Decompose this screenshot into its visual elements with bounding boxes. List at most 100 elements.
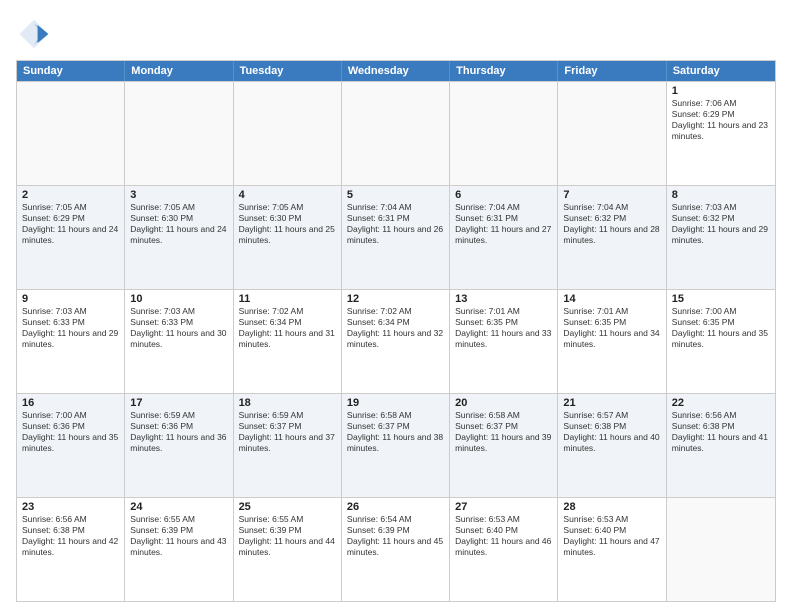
calendar-cell <box>17 82 125 185</box>
day-number: 26 <box>347 501 444 513</box>
day-info: Sunrise: 7:02 AM Sunset: 6:34 PM Dayligh… <box>239 306 336 350</box>
header-day: Tuesday <box>234 61 342 81</box>
day-number: 15 <box>672 293 770 305</box>
day-info: Sunrise: 6:53 AM Sunset: 6:40 PM Dayligh… <box>563 514 660 558</box>
calendar-cell: 17Sunrise: 6:59 AM Sunset: 6:36 PM Dayli… <box>125 394 233 497</box>
day-info: Sunrise: 6:56 AM Sunset: 6:38 PM Dayligh… <box>22 514 119 558</box>
day-info: Sunrise: 7:02 AM Sunset: 6:34 PM Dayligh… <box>347 306 444 350</box>
day-number: 13 <box>455 293 552 305</box>
calendar-cell: 28Sunrise: 6:53 AM Sunset: 6:40 PM Dayli… <box>558 498 666 601</box>
calendar-row: 1Sunrise: 7:06 AM Sunset: 6:29 PM Daylig… <box>17 81 775 185</box>
calendar-cell: 21Sunrise: 6:57 AM Sunset: 6:38 PM Dayli… <box>558 394 666 497</box>
day-info: Sunrise: 6:59 AM Sunset: 6:37 PM Dayligh… <box>239 410 336 454</box>
calendar: SundayMondayTuesdayWednesdayThursdayFrid… <box>16 60 776 602</box>
day-info: Sunrise: 7:01 AM Sunset: 6:35 PM Dayligh… <box>455 306 552 350</box>
day-info: Sunrise: 6:56 AM Sunset: 6:38 PM Dayligh… <box>672 410 770 454</box>
calendar-cell: 2Sunrise: 7:05 AM Sunset: 6:29 PM Daylig… <box>17 186 125 289</box>
calendar-cell: 9Sunrise: 7:03 AM Sunset: 6:33 PM Daylig… <box>17 290 125 393</box>
calendar-cell: 14Sunrise: 7:01 AM Sunset: 6:35 PM Dayli… <box>558 290 666 393</box>
day-number: 25 <box>239 501 336 513</box>
day-number: 16 <box>22 397 119 409</box>
calendar-cell: 23Sunrise: 6:56 AM Sunset: 6:38 PM Dayli… <box>17 498 125 601</box>
day-number: 6 <box>455 189 552 201</box>
calendar-cell: 16Sunrise: 7:00 AM Sunset: 6:36 PM Dayli… <box>17 394 125 497</box>
day-number: 21 <box>563 397 660 409</box>
calendar-cell: 22Sunrise: 6:56 AM Sunset: 6:38 PM Dayli… <box>667 394 775 497</box>
day-number: 8 <box>672 189 770 201</box>
calendar-cell: 10Sunrise: 7:03 AM Sunset: 6:33 PM Dayli… <box>125 290 233 393</box>
day-number: 2 <box>22 189 119 201</box>
header-day: Thursday <box>450 61 558 81</box>
day-number: 18 <box>239 397 336 409</box>
calendar-cell: 27Sunrise: 6:53 AM Sunset: 6:40 PM Dayli… <box>450 498 558 601</box>
day-number: 19 <box>347 397 444 409</box>
calendar-cell <box>125 82 233 185</box>
calendar-cell: 8Sunrise: 7:03 AM Sunset: 6:32 PM Daylig… <box>667 186 775 289</box>
day-info: Sunrise: 7:03 AM Sunset: 6:33 PM Dayligh… <box>22 306 119 350</box>
calendar-cell: 5Sunrise: 7:04 AM Sunset: 6:31 PM Daylig… <box>342 186 450 289</box>
day-info: Sunrise: 6:59 AM Sunset: 6:36 PM Dayligh… <box>130 410 227 454</box>
day-info: Sunrise: 7:03 AM Sunset: 6:33 PM Dayligh… <box>130 306 227 350</box>
day-number: 7 <box>563 189 660 201</box>
calendar-cell: 24Sunrise: 6:55 AM Sunset: 6:39 PM Dayli… <box>125 498 233 601</box>
calendar-cell <box>342 82 450 185</box>
day-info: Sunrise: 7:04 AM Sunset: 6:32 PM Dayligh… <box>563 202 660 246</box>
day-info: Sunrise: 7:06 AM Sunset: 6:29 PM Dayligh… <box>672 98 770 142</box>
day-number: 20 <box>455 397 552 409</box>
calendar-cell <box>667 498 775 601</box>
day-number: 22 <box>672 397 770 409</box>
calendar-row: 9Sunrise: 7:03 AM Sunset: 6:33 PM Daylig… <box>17 289 775 393</box>
day-number: 11 <box>239 293 336 305</box>
day-number: 23 <box>22 501 119 513</box>
calendar-cell: 7Sunrise: 7:04 AM Sunset: 6:32 PM Daylig… <box>558 186 666 289</box>
header-day: Saturday <box>667 61 775 81</box>
calendar-cell: 3Sunrise: 7:05 AM Sunset: 6:30 PM Daylig… <box>125 186 233 289</box>
day-info: Sunrise: 7:00 AM Sunset: 6:35 PM Dayligh… <box>672 306 770 350</box>
day-number: 1 <box>672 85 770 97</box>
calendar-cell: 6Sunrise: 7:04 AM Sunset: 6:31 PM Daylig… <box>450 186 558 289</box>
calendar-cell: 15Sunrise: 7:00 AM Sunset: 6:35 PM Dayli… <box>667 290 775 393</box>
day-number: 27 <box>455 501 552 513</box>
day-number: 12 <box>347 293 444 305</box>
day-info: Sunrise: 6:53 AM Sunset: 6:40 PM Dayligh… <box>455 514 552 558</box>
day-info: Sunrise: 7:05 AM Sunset: 6:30 PM Dayligh… <box>130 202 227 246</box>
day-info: Sunrise: 6:54 AM Sunset: 6:39 PM Dayligh… <box>347 514 444 558</box>
day-number: 17 <box>130 397 227 409</box>
calendar-cell: 13Sunrise: 7:01 AM Sunset: 6:35 PM Dayli… <box>450 290 558 393</box>
day-number: 10 <box>130 293 227 305</box>
header-day: Monday <box>125 61 233 81</box>
day-info: Sunrise: 7:04 AM Sunset: 6:31 PM Dayligh… <box>455 202 552 246</box>
day-info: Sunrise: 7:00 AM Sunset: 6:36 PM Dayligh… <box>22 410 119 454</box>
day-number: 28 <box>563 501 660 513</box>
calendar-body: 1Sunrise: 7:06 AM Sunset: 6:29 PM Daylig… <box>17 81 775 601</box>
header-day: Wednesday <box>342 61 450 81</box>
calendar-cell <box>558 82 666 185</box>
day-info: Sunrise: 7:05 AM Sunset: 6:30 PM Dayligh… <box>239 202 336 246</box>
calendar-row: 16Sunrise: 7:00 AM Sunset: 6:36 PM Dayli… <box>17 393 775 497</box>
calendar-cell <box>234 82 342 185</box>
calendar-header: SundayMondayTuesdayWednesdayThursdayFrid… <box>17 61 775 81</box>
calendar-cell: 19Sunrise: 6:58 AM Sunset: 6:37 PM Dayli… <box>342 394 450 497</box>
calendar-cell: 18Sunrise: 6:59 AM Sunset: 6:37 PM Dayli… <box>234 394 342 497</box>
day-info: Sunrise: 6:57 AM Sunset: 6:38 PM Dayligh… <box>563 410 660 454</box>
calendar-cell: 1Sunrise: 7:06 AM Sunset: 6:29 PM Daylig… <box>667 82 775 185</box>
day-number: 4 <box>239 189 336 201</box>
day-info: Sunrise: 7:03 AM Sunset: 6:32 PM Dayligh… <box>672 202 770 246</box>
day-info: Sunrise: 7:05 AM Sunset: 6:29 PM Dayligh… <box>22 202 119 246</box>
day-number: 3 <box>130 189 227 201</box>
logo-icon <box>16 16 52 52</box>
calendar-cell: 12Sunrise: 7:02 AM Sunset: 6:34 PM Dayli… <box>342 290 450 393</box>
logo <box>16 16 56 52</box>
day-number: 5 <box>347 189 444 201</box>
day-number: 24 <box>130 501 227 513</box>
calendar-cell <box>450 82 558 185</box>
day-info: Sunrise: 6:55 AM Sunset: 6:39 PM Dayligh… <box>130 514 227 558</box>
day-number: 14 <box>563 293 660 305</box>
calendar-row: 23Sunrise: 6:56 AM Sunset: 6:38 PM Dayli… <box>17 497 775 601</box>
day-number: 9 <box>22 293 119 305</box>
header <box>16 16 776 52</box>
day-info: Sunrise: 7:04 AM Sunset: 6:31 PM Dayligh… <box>347 202 444 246</box>
calendar-cell: 11Sunrise: 7:02 AM Sunset: 6:34 PM Dayli… <box>234 290 342 393</box>
header-day: Friday <box>558 61 666 81</box>
page: SundayMondayTuesdayWednesdayThursdayFrid… <box>0 0 792 612</box>
